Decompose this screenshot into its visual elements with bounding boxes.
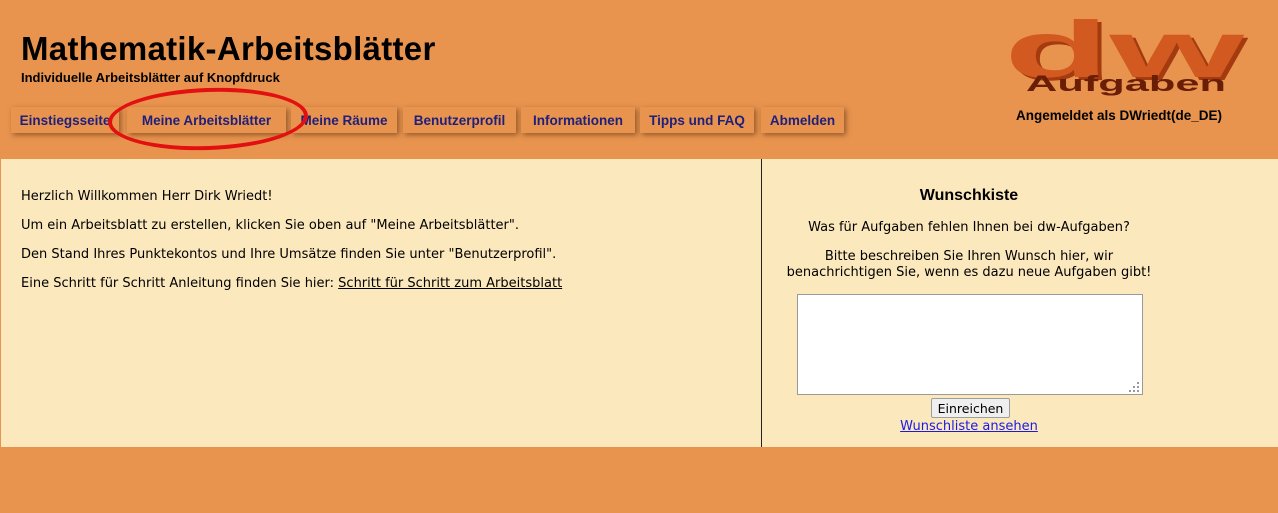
nav-tab-meine-raeume[interactable]: Meine Räume [291, 107, 397, 133]
wishbox-instruction-line-1: Bitte beschreiben Sie Ihren Wunsch hier,… [824, 249, 1114, 264]
nav-tab-informationen[interactable]: Informationen [521, 107, 635, 133]
nav-tab-meine-arbeitsblaetter[interactable]: Meine Arbeitsblätter [127, 107, 286, 133]
wishbox-title: Wunschkiste [919, 187, 1019, 204]
instruction-line-anleitung: Eine Schritt für Schritt Anleitung finde… [21, 276, 562, 291]
wishbox-question: Was für Aufgaben fehlen Ihnen bei dw-Auf… [808, 220, 1130, 235]
submit-wish-button[interactable]: Einreichen [931, 398, 1010, 418]
page-header: Mathematik-Arbeitsblätter Individuelle A… [0, 0, 1278, 159]
site-subtitle: Individuelle Arbeitsblätter auf Knopfdru… [21, 70, 280, 85]
main-content: Herzlich Willkommen Herr Dirk Wriedt! Um… [1, 159, 1278, 447]
wishbox-instruction-line-2: benachrichtigen Sie, wenn es dazu neue A… [786, 265, 1152, 280]
resize-grip-icon[interactable] [1129, 382, 1140, 393]
instruction-line-punktekonto: Den Stand Ihres Punktekontos und Ihre Um… [21, 247, 557, 262]
nav-tab-abmelden[interactable]: Abmelden [761, 107, 844, 133]
nav-tab-tipps-und-faq[interactable]: Tipps und FAQ [640, 107, 754, 133]
logo-text-small: Aufgaben [1026, 71, 1226, 96]
nav-tab-benutzerprofil[interactable]: Benutzerprofil [403, 107, 516, 133]
instruction-line-arbeitsblatt: Um ein Arbeitsblatt zu erstellen, klicke… [21, 218, 519, 233]
dw-aufgaben-logo: dw dw Aufgaben [1004, 18, 1250, 97]
anleitung-link[interactable]: Schritt für Schritt zum Arbeitsblatt [338, 276, 562, 291]
wishlist-view-link[interactable]: Wunschliste ansehen [762, 419, 1176, 434]
nav-tab-einstiegsseite[interactable]: Einstiegsseite [11, 107, 119, 133]
anleitung-prefix: Eine Schritt für Schritt Anleitung finde… [21, 276, 339, 291]
greeting-text: Herzlich Willkommen Herr Dirk Wriedt! [21, 189, 273, 204]
wish-textarea[interactable] [797, 294, 1143, 395]
logged-in-status: Angemeldet als DWriedt(de_DE) [1016, 108, 1223, 123]
site-title: Mathematik-Arbeitsblätter [21, 30, 436, 67]
